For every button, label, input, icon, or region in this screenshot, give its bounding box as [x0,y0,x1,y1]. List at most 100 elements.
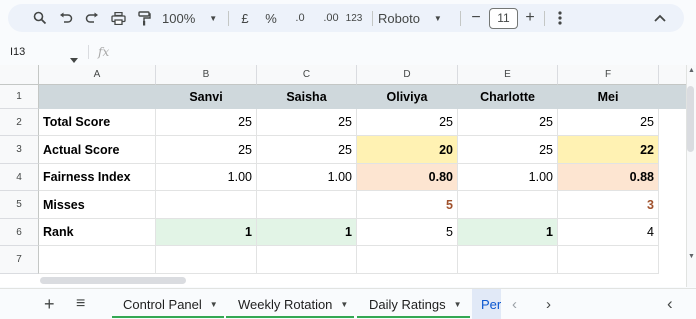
row-header-2[interactable]: 2 [0,109,39,136]
vertical-scrollbar[interactable] [687,86,694,152]
print-icon[interactable] [106,4,130,32]
undo-icon[interactable] [54,4,78,32]
cell-a7[interactable] [39,246,156,274]
row-header-7[interactable]: 7 [0,246,39,274]
cell-c1[interactable]: Saisha [257,85,357,109]
cell-b6[interactable]: 1 [156,219,257,246]
cell-b5[interactable] [156,191,257,219]
cell-c7[interactable] [257,246,357,274]
redo-icon[interactable] [80,4,104,32]
more-options-icon[interactable] [548,4,572,32]
minus-icon: − [471,9,481,26]
cell-a1[interactable] [39,85,156,109]
caret-down-icon: ▼ [340,299,349,309]
tabs-scroll-right-icon[interactable]: › [546,289,562,319]
cell-b7[interactable] [156,246,257,274]
column-header-f[interactable]: F [558,65,659,85]
more-formats-button[interactable]: 123 [340,4,368,32]
cell-e7[interactable] [458,246,558,274]
cell-a6[interactable]: Rank [39,219,156,246]
name-box[interactable]: I13 [10,46,25,58]
tab-label: Weekly Rotation [238,296,333,312]
increase-font-size-button[interactable]: + [520,4,540,32]
font-size-field[interactable]: 11 [489,4,518,32]
cell-g1[interactable] [659,85,686,109]
percent-format-button[interactable]: % [260,4,282,32]
cell-b1[interactable]: Sanvi [156,85,257,109]
cell-f4[interactable]: 0.88 [558,164,659,191]
tab-label: Daily Ratings [369,296,446,312]
cell-f7[interactable] [558,246,659,274]
cell-d6[interactable]: 5 [357,219,458,246]
zoom-select[interactable]: 100% ▼ [162,4,224,32]
cell-a2[interactable]: Total Score [39,109,156,136]
cell-a3[interactable]: Actual Score [39,136,156,164]
cell-c2[interactable]: 25 [257,109,357,136]
cell-c4[interactable]: 1.00 [257,164,357,191]
cell-e6[interactable]: 1 [458,219,558,246]
cell-d4[interactable]: 0.80 [357,164,458,191]
currency-format-button[interactable]: £ [234,4,256,32]
font-value: Roboto [378,10,420,26]
cell-a5[interactable]: Misses [39,191,156,219]
cell-e5[interactable] [458,191,558,219]
column-header-d[interactable]: D [357,65,458,85]
column-header-g[interactable] [659,65,686,85]
column-header-a[interactable]: A [39,65,156,85]
cell-f3[interactable]: 22 [558,136,659,164]
cell-f5[interactable]: 3 [558,191,659,219]
search-icon[interactable] [28,4,52,32]
horizontal-scrollbar[interactable] [40,277,186,284]
toolbar-divider [544,11,545,26]
row-header-3[interactable]: 3 [0,136,39,164]
caret-down-icon: ▼ [453,299,462,309]
cell-c6[interactable]: 1 [257,219,357,246]
font-select[interactable]: Roboto ▼ [378,4,456,32]
tab-weekly-rotation[interactable]: Weekly Rotation ▼ [226,289,354,319]
all-sheets-menu-icon[interactable]: ≡ [76,289,96,319]
decrease-font-size-button[interactable]: − [466,4,486,32]
cell-f2[interactable]: 25 [558,109,659,136]
cell-d3[interactable]: 20 [357,136,458,164]
more-formats-label: 123 [345,12,363,24]
tabs-scroll-left-icon[interactable]: ‹ [512,289,528,319]
cell-e4[interactable]: 1.00 [458,164,558,191]
cell-a4[interactable]: Fairness Index [39,164,156,191]
cell-f1[interactable]: Mei [558,85,659,109]
cell-b2[interactable]: 25 [156,109,257,136]
scroll-down-icon[interactable]: ▼ [688,253,695,260]
tab-control-panel[interactable]: Control Panel ▼ [112,289,224,319]
cell-c5[interactable] [257,191,357,219]
paint-format-icon[interactable] [132,4,156,32]
cell-b4[interactable]: 1.00 [156,164,257,191]
tab-daily-ratings[interactable]: Daily Ratings ▼ [357,289,470,319]
select-all-corner[interactable] [0,65,39,85]
column-header-e[interactable]: E [458,65,558,85]
formula-bar: I13 fx [0,40,696,64]
add-sheet-button[interactable]: + [44,289,62,319]
cell-c3[interactable]: 25 [257,136,357,164]
decrease-decimals-label: .0 [295,12,305,24]
scroll-up-icon[interactable]: ▲ [688,67,695,74]
sidepanel-toggle-icon[interactable]: ‹ [667,289,683,319]
column-header-c[interactable]: C [257,65,357,85]
tab-per-active[interactable]: Per [472,289,501,319]
cell-e1[interactable]: Charlotte [458,85,558,109]
cell-b3[interactable]: 25 [156,136,257,164]
row-header-6[interactable]: 6 [0,219,39,246]
cell-d1[interactable]: Oliviya [357,85,458,109]
cell-d5[interactable]: 5 [357,191,458,219]
cell-d7[interactable] [357,246,458,274]
cell-e3[interactable]: 25 [458,136,558,164]
cell-f6[interactable]: 4 [558,219,659,246]
sheet-tabs-bar: + ≡ Control Panel ▼ Weekly Rotation ▼ Da… [0,288,696,319]
currency-label: £ [241,10,249,26]
decrease-decimals-button[interactable]: .0 [286,4,314,32]
row-header-1[interactable]: 1 [0,85,39,109]
column-header-b[interactable]: B [156,65,257,85]
row-header-4[interactable]: 4 [0,164,39,191]
row-header-5[interactable]: 5 [0,191,39,219]
collapse-toolbar-icon[interactable] [648,4,672,32]
cell-e2[interactable]: 25 [458,109,558,136]
cell-d2[interactable]: 25 [357,109,458,136]
